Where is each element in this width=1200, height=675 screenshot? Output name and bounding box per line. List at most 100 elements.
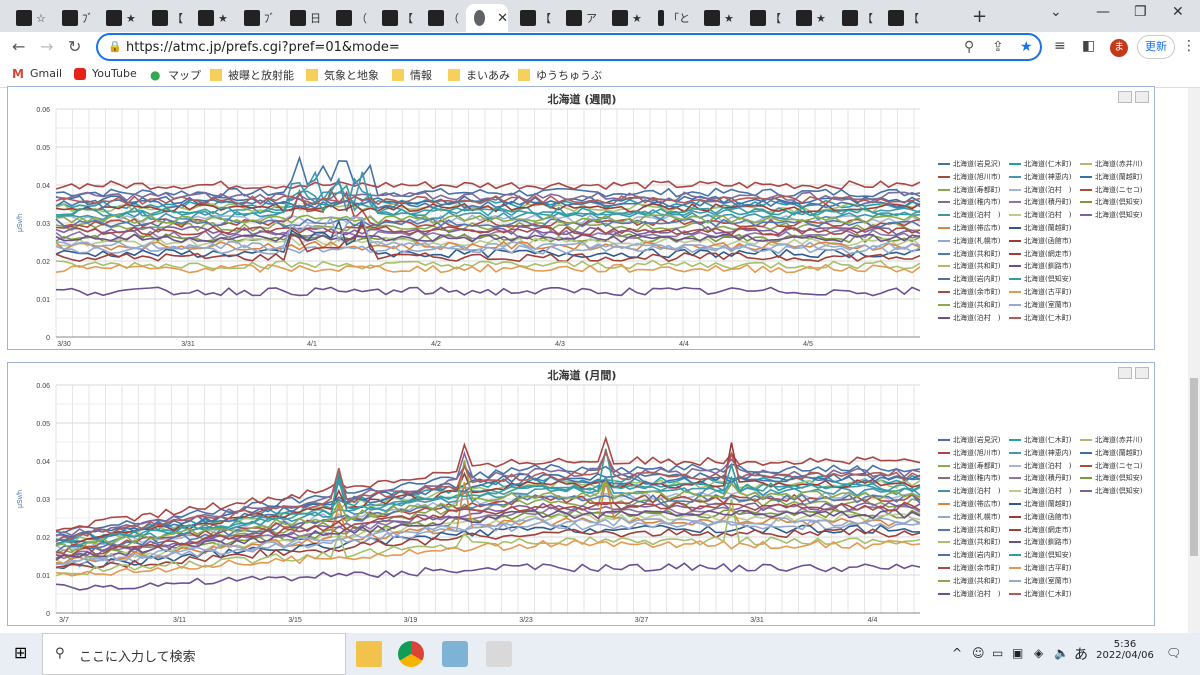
legend-item[interactable]: 北海道(稚内市) [938,197,1000,207]
legend-item[interactable]: 北海道(倶知安) [1080,473,1142,483]
legend-item[interactable]: 北海道(旭川市) [938,448,1000,458]
browser-tab[interactable]: 【 [880,4,920,32]
legend-item[interactable]: 北海道(蘭越町) [1080,448,1142,458]
close-tab-icon[interactable]: ✕ [497,11,508,26]
browser-tab[interactable]: 【 [144,4,184,32]
browser-tab[interactable]: 【 [834,4,874,32]
legend-item[interactable]: 北海道(釧路市) [1009,537,1071,547]
reading-list-icon[interactable]: ≡ [1054,38,1066,54]
legend-item[interactable]: 北海道(神恵内) [1009,172,1071,182]
side-panel-icon[interactable]: ◧ [1082,38,1095,54]
legend-item[interactable]: 北海道(泊村 ) [938,313,1000,323]
legend-item[interactable]: 北海道(泊村 ) [1009,486,1071,496]
legend-item[interactable]: 北海道(ニセコ) [1080,185,1142,195]
legend-item[interactable]: 北海道(釧路市) [1009,261,1071,271]
legend-item[interactable]: 北海道(赤井川) [1080,435,1142,445]
new-tab-button[interactable]: + [972,6,987,27]
legend-item[interactable]: 北海道(泊村 ) [1009,185,1071,195]
browser-tab[interactable]: （ [420,4,460,32]
lock-icon[interactable]: 🔒 [108,40,122,53]
bookmark-gmail[interactable]: M Gmail [12,67,62,80]
legend-item[interactable]: 北海道(泊村 ) [938,486,1000,496]
legend-item[interactable]: 北海道(泊村 ) [1009,210,1071,220]
taskbar-search[interactable]: ⚲ ここに入力して検索 [42,633,346,675]
legend-item[interactable]: 北海道(仁木町) [1009,159,1071,169]
people-icon[interactable]: ☺ [972,646,985,660]
legend-item[interactable]: 北海道(函館市) [1009,236,1071,246]
dropbox-icon[interactable]: ◈ [1034,646,1043,660]
forward-icon[interactable]: → [40,37,53,56]
legend-item[interactable]: 北海道(蘭越町) [1080,172,1142,182]
browser-tab[interactable]: 日 [282,4,322,32]
legend-item[interactable]: 北海道(仁木町) [1009,435,1071,445]
network-icon[interactable]: ▣ [1012,646,1023,660]
volume-icon[interactable]: 🔈 [1054,646,1069,660]
legend-item[interactable]: 北海道(共和町) [938,537,1000,547]
legend-item[interactable]: 北海道(ニセコ) [1080,461,1142,471]
chrome-icon[interactable] [398,641,424,667]
legend-item[interactable]: 北海道(旭川市) [938,172,1000,182]
battery-icon[interactable]: ▭ [992,646,1003,660]
browser-tab[interactable]: ﾌﾞ [54,4,94,32]
legend-item[interactable]: 北海道(余市町) [938,287,1000,297]
browser-tab[interactable]: 【 [742,4,782,32]
legend-item[interactable]: 北海道(倶知安) [1009,550,1071,560]
bookmark-folder[interactable]: 情報 [392,67,432,83]
address-bar[interactable]: 🔒 https://atmc.jp/prefs.cgi?pref=01&mode… [96,33,1042,61]
minimize-button[interactable]: — [1096,4,1110,20]
legend-item[interactable]: 北海道(蘭越町) [1009,223,1071,233]
legend-item[interactable]: 北海道(仁木町) [1009,313,1071,323]
legend-item[interactable]: 北海道(泊村 ) [938,210,1000,220]
legend-item[interactable]: 北海道(神恵内) [1009,448,1071,458]
legend-item[interactable]: 北海道(赤井川) [1080,159,1142,169]
bookmark-folder[interactable]: 被曝と放射能 [210,67,294,83]
browser-tab[interactable]: ﾌﾞ [236,4,276,32]
legend-item[interactable]: 北海道(室蘭市) [1009,300,1071,310]
legend-item[interactable]: 北海道(古平町) [1009,563,1071,573]
browser-tab[interactable]: ★ [98,4,138,32]
legend-item[interactable]: 北海道(岩内町) [938,274,1000,284]
legend-item[interactable]: 北海道(網走市) [1009,525,1071,535]
browser-tab[interactable]: 「と [650,4,690,32]
browser-tab[interactable]: 【 [512,4,552,32]
legend-item[interactable]: 北海道(岩内町) [938,550,1000,560]
legend-item[interactable]: 北海道(倶知安) [1009,274,1071,284]
legend-item[interactable]: 北海道(積丹町) [1009,197,1071,207]
share-icon[interactable]: ⇪ [992,39,1004,55]
file-explorer-icon[interactable] [356,641,382,667]
avatar[interactable]: ま [1110,39,1128,57]
zoom-icon[interactable]: ⚲ [964,39,974,55]
legend-item[interactable]: 北海道(帯広市) [938,499,1000,509]
legend-item[interactable]: 北海道(共和町) [938,525,1000,535]
legend-item[interactable]: 北海道(稚内市) [938,473,1000,483]
browser-tab[interactable]: 【 [374,4,414,32]
bookmark-star-icon[interactable]: ★ [1020,39,1033,55]
bookmark-youtube[interactable]: YouTube [74,67,137,80]
legend-item[interactable]: 北海道(倶知安) [1080,197,1142,207]
back-icon[interactable]: ← [12,37,25,56]
menu-icon[interactable]: ⋮ [1182,38,1196,54]
bookmark-maps[interactable]: ● マップ [150,67,201,83]
legend-item[interactable]: 北海道(共和町) [938,249,1000,259]
address-url[interactable]: https://atmc.jp/prefs.cgi?pref=01&mode= [126,40,400,55]
maximize-button[interactable]: ❐ [1134,4,1147,20]
app-icon[interactable] [442,641,468,667]
reload-icon[interactable]: ↻ [68,37,81,56]
legend-item[interactable]: 北海道(共和町) [938,300,1000,310]
chevron-up-icon[interactable]: ^ [952,646,962,660]
legend-item[interactable]: 北海道(倶知安) [1080,210,1142,220]
legend-item[interactable]: 北海道(泊村 ) [938,589,1000,599]
legend-item[interactable]: 北海道(共和町) [938,261,1000,271]
windows-start-icon[interactable]: ⊞ [14,643,27,662]
legend-item[interactable]: 北海道(岩見沢) [938,159,1000,169]
legend-item[interactable]: 北海道(泊村 ) [1009,461,1071,471]
legend-item[interactable]: 北海道(共和町) [938,576,1000,586]
app-icon[interactable] [486,641,512,667]
legend-item[interactable]: 北海道(積丹町) [1009,473,1071,483]
notification-icon[interactable]: 🗨 [1166,646,1181,660]
legend-item[interactable]: 北海道(網走市) [1009,249,1071,259]
browser-tab[interactable]: ★ [604,4,644,32]
legend-item[interactable]: 北海道(蘭越町) [1009,499,1071,509]
browser-tab[interactable]: ★ [190,4,230,32]
legend-item[interactable]: 北海道(札幌市) [938,512,1000,522]
